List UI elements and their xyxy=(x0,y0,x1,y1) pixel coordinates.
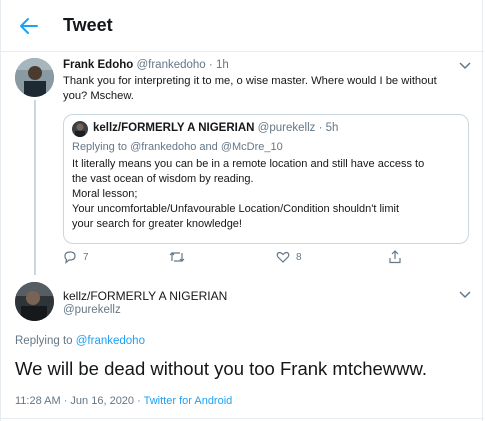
share-button[interactable] xyxy=(388,250,402,264)
quoted-text-line: Moral lesson; xyxy=(72,188,138,200)
chevron-down-icon[interactable] xyxy=(459,291,471,299)
page-title: Tweet xyxy=(63,15,113,35)
quoted-text-line: Your uncomfortable/Unfavourable Location… xyxy=(72,203,400,215)
main-replying-to: Replying to @frankedoho xyxy=(15,335,145,347)
quoted-author-handle: @purekellz xyxy=(257,122,316,134)
share-icon xyxy=(389,250,401,264)
quoted-text-line: your search for greater knowledge! xyxy=(72,218,242,230)
avatar[interactable] xyxy=(15,58,54,97)
chevron-down-icon[interactable] xyxy=(459,62,471,70)
tweet-text: Thank you for interpreting it to me, o w… xyxy=(63,74,478,104)
tweet-page: Tweet Frank Edoho @frankedoho · 1h Thank… xyxy=(0,0,484,421)
main-author-handle[interactable]: @purekellz xyxy=(63,304,121,316)
quoted-author-name: kellz/FORMERLY A NIGERIAN xyxy=(93,122,255,134)
quoted-tweet-time: 5h xyxy=(325,122,339,134)
replying-user-link[interactable]: @frankedoho xyxy=(76,335,145,347)
like-count: 8 xyxy=(296,251,302,263)
header: Tweet xyxy=(1,0,484,52)
author-name[interactable]: Frank Edoho xyxy=(63,59,133,71)
divider xyxy=(1,418,484,419)
heart-icon xyxy=(276,251,290,263)
tweet-actions: 7 8 xyxy=(63,250,469,268)
quoted-tweet-header: kellz/FORMERLY A NIGERIAN @purekellz · 5… xyxy=(93,122,338,134)
tweet-timestamp[interactable]: 11:28 AM · Jun 16, 2020 · xyxy=(15,395,144,407)
parent-tweet-header: Frank Edoho @frankedoho · 1h xyxy=(63,59,229,71)
main-tweet-text: We will be dead without you too Frank mt… xyxy=(15,358,427,379)
separator: · xyxy=(318,122,323,134)
tweet-time[interactable]: 1h xyxy=(216,59,229,71)
avatar[interactable] xyxy=(15,282,54,321)
retweet-icon xyxy=(169,252,185,262)
back-arrow-icon[interactable] xyxy=(19,17,39,35)
reply-button[interactable]: 7 xyxy=(63,250,89,264)
tweet-text-line: you? Mschew. xyxy=(63,90,134,102)
tweet-text-line: Thank you for interpreting it to me, o w… xyxy=(63,75,437,87)
author-handle[interactable]: @frankedoho xyxy=(136,59,205,71)
quoted-tweet[interactable]: kellz/FORMERLY A NIGERIAN @purekellz · 5… xyxy=(63,114,469,244)
tweet-meta: 11:28 AM · Jun 16, 2020 · Twitter for An… xyxy=(15,395,232,407)
retweet-button[interactable] xyxy=(169,250,191,264)
quoted-tweet-text: It literally means you can be in a remot… xyxy=(72,157,468,232)
reply-count: 7 xyxy=(83,251,89,263)
like-button[interactable]: 8 xyxy=(276,250,302,264)
reply-icon xyxy=(64,251,76,264)
quoted-avatar xyxy=(72,121,88,137)
quoted-text-line: the vast ocean of wisdom by reading. xyxy=(72,173,254,185)
separator: · xyxy=(208,59,213,71)
thread-line xyxy=(34,100,36,275)
quoted-replying-to: Replying to @frankedoho and @McDre_10 xyxy=(72,141,283,153)
main-author-name[interactable]: kellz/FORMERLY A NIGERIAN xyxy=(63,289,227,303)
quoted-text-line: It literally means you can be in a remot… xyxy=(72,158,425,170)
tweet-source-link[interactable]: Twitter for Android xyxy=(144,395,233,407)
